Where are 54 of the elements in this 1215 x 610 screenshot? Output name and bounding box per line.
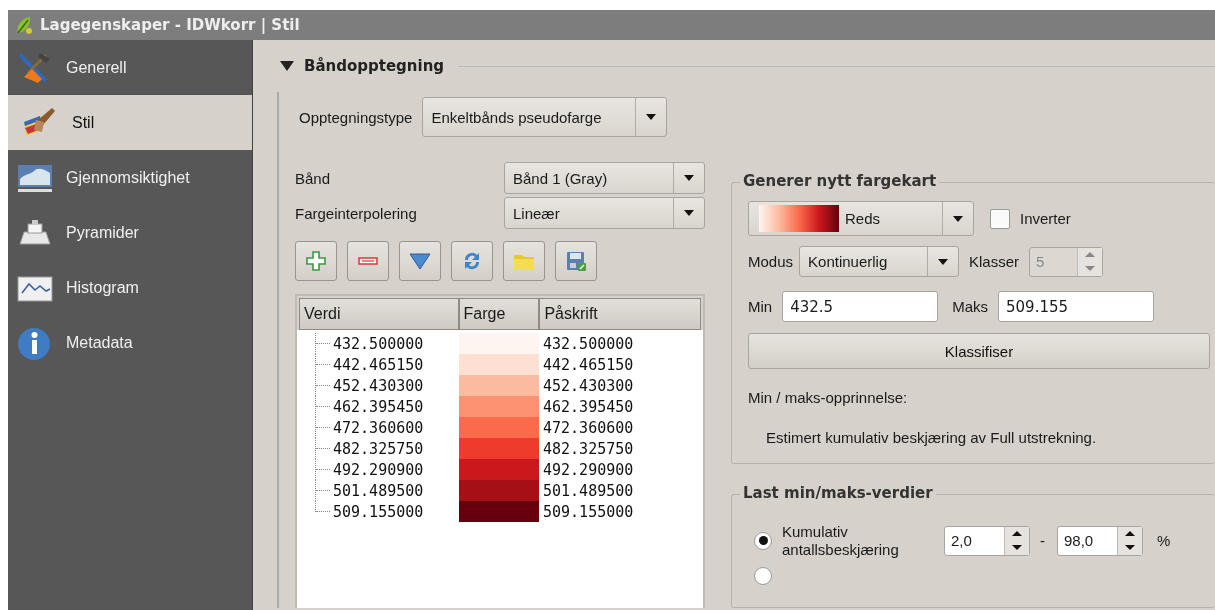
interpolation-dropdown[interactable]: Lineær — [504, 197, 705, 229]
mode-dropdown[interactable]: Kontinuerlig — [799, 246, 960, 277]
table-cell-text: 432.500000 — [542, 333, 634, 354]
table-cell-text: 509.155000 — [542, 501, 634, 522]
separator-text: - — [1040, 532, 1045, 550]
table-cell-text: 462.395450 — [333, 396, 425, 417]
column-header[interactable]: Verdi — [299, 298, 459, 330]
table-cell-text: 472.360600 — [333, 417, 425, 438]
field-label: Maks — [952, 298, 988, 315]
checkbox-label: Inverter — [1020, 210, 1071, 227]
table-cell-text: 482.325750 — [542, 438, 634, 459]
field-label: Klasser — [969, 253, 1020, 270]
window-title: Lagegenskaper - IDWkorr | Stil — [40, 16, 300, 34]
column-header[interactable]: Farge — [458, 298, 540, 330]
field-label: Modus — [748, 253, 794, 270]
option-label: Kumulativ antallsbeskjæring — [782, 522, 900, 559]
sidebar-item[interactable]: Stil — [8, 95, 252, 150]
sidebar-item[interactable]: Generell — [8, 40, 252, 95]
table-cell-text: 509.155000 — [333, 501, 425, 522]
percent-spinbox[interactable]: 2,0 — [944, 525, 1030, 556]
table-cell-text: 442.465150 — [542, 354, 634, 375]
table-cell-text: 501.489500 — [542, 480, 634, 501]
min-field[interactable]: 432.5 — [782, 291, 939, 322]
unit-label: % — [1157, 532, 1171, 550]
field-label: Min — [748, 298, 773, 315]
table-cell-text: 501.489500 — [333, 480, 425, 501]
field-label: Opptegningstype — [299, 108, 413, 126]
table-cell-text: 462.395450 — [542, 396, 634, 417]
group-title: Last min/maks-verdier — [740, 483, 936, 502]
table-cell-text: 432.500000 — [333, 333, 425, 354]
table-cell-text: 442.465150 — [333, 354, 425, 375]
table-cell-text: 482.325750 — [333, 438, 425, 459]
band-dropdown[interactable]: Bånd 1 (Gray) — [504, 162, 705, 194]
table-cell-text: 452.430300 — [542, 375, 634, 396]
max-field[interactable]: 509.155 — [998, 291, 1154, 322]
render-type-dropdown[interactable]: Enkeltbånds pseudofarge — [422, 97, 668, 137]
column-header[interactable]: Påskrift — [539, 298, 701, 330]
sidebar-item[interactable]: Pyramider — [8, 205, 252, 260]
color-ramp-dropdown[interactable]: Reds — [748, 201, 974, 236]
field-label: Fargeinterpolering — [295, 204, 417, 222]
sidebar-item[interactable]: Gjennomsiktighet — [8, 150, 252, 205]
sidebar-item[interactable]: Histogram — [8, 260, 252, 315]
percent-spinbox[interactable]: 98,0 — [1057, 525, 1143, 556]
section-title: Båndopptegning — [304, 57, 445, 75]
origin-label: Min / maks-opprinnelse: — [748, 389, 909, 406]
table-cell-text: 492.290900 — [542, 459, 634, 480]
sidebar-item[interactable]: Metadata — [8, 315, 252, 370]
table-cell-text: 472.360600 — [542, 417, 634, 438]
table-cell-text: 452.430300 — [333, 375, 425, 396]
field-label: Bånd — [295, 169, 331, 187]
origin-text: Estimert kumulativ beskjæring av Full utstrekning. — [765, 429, 1098, 446]
table-cell-text: 492.290900 — [333, 459, 425, 480]
group-title: Generer nytt fargekart — [740, 172, 940, 190]
classify-button[interactable]: Klassifiser — [748, 333, 1210, 369]
